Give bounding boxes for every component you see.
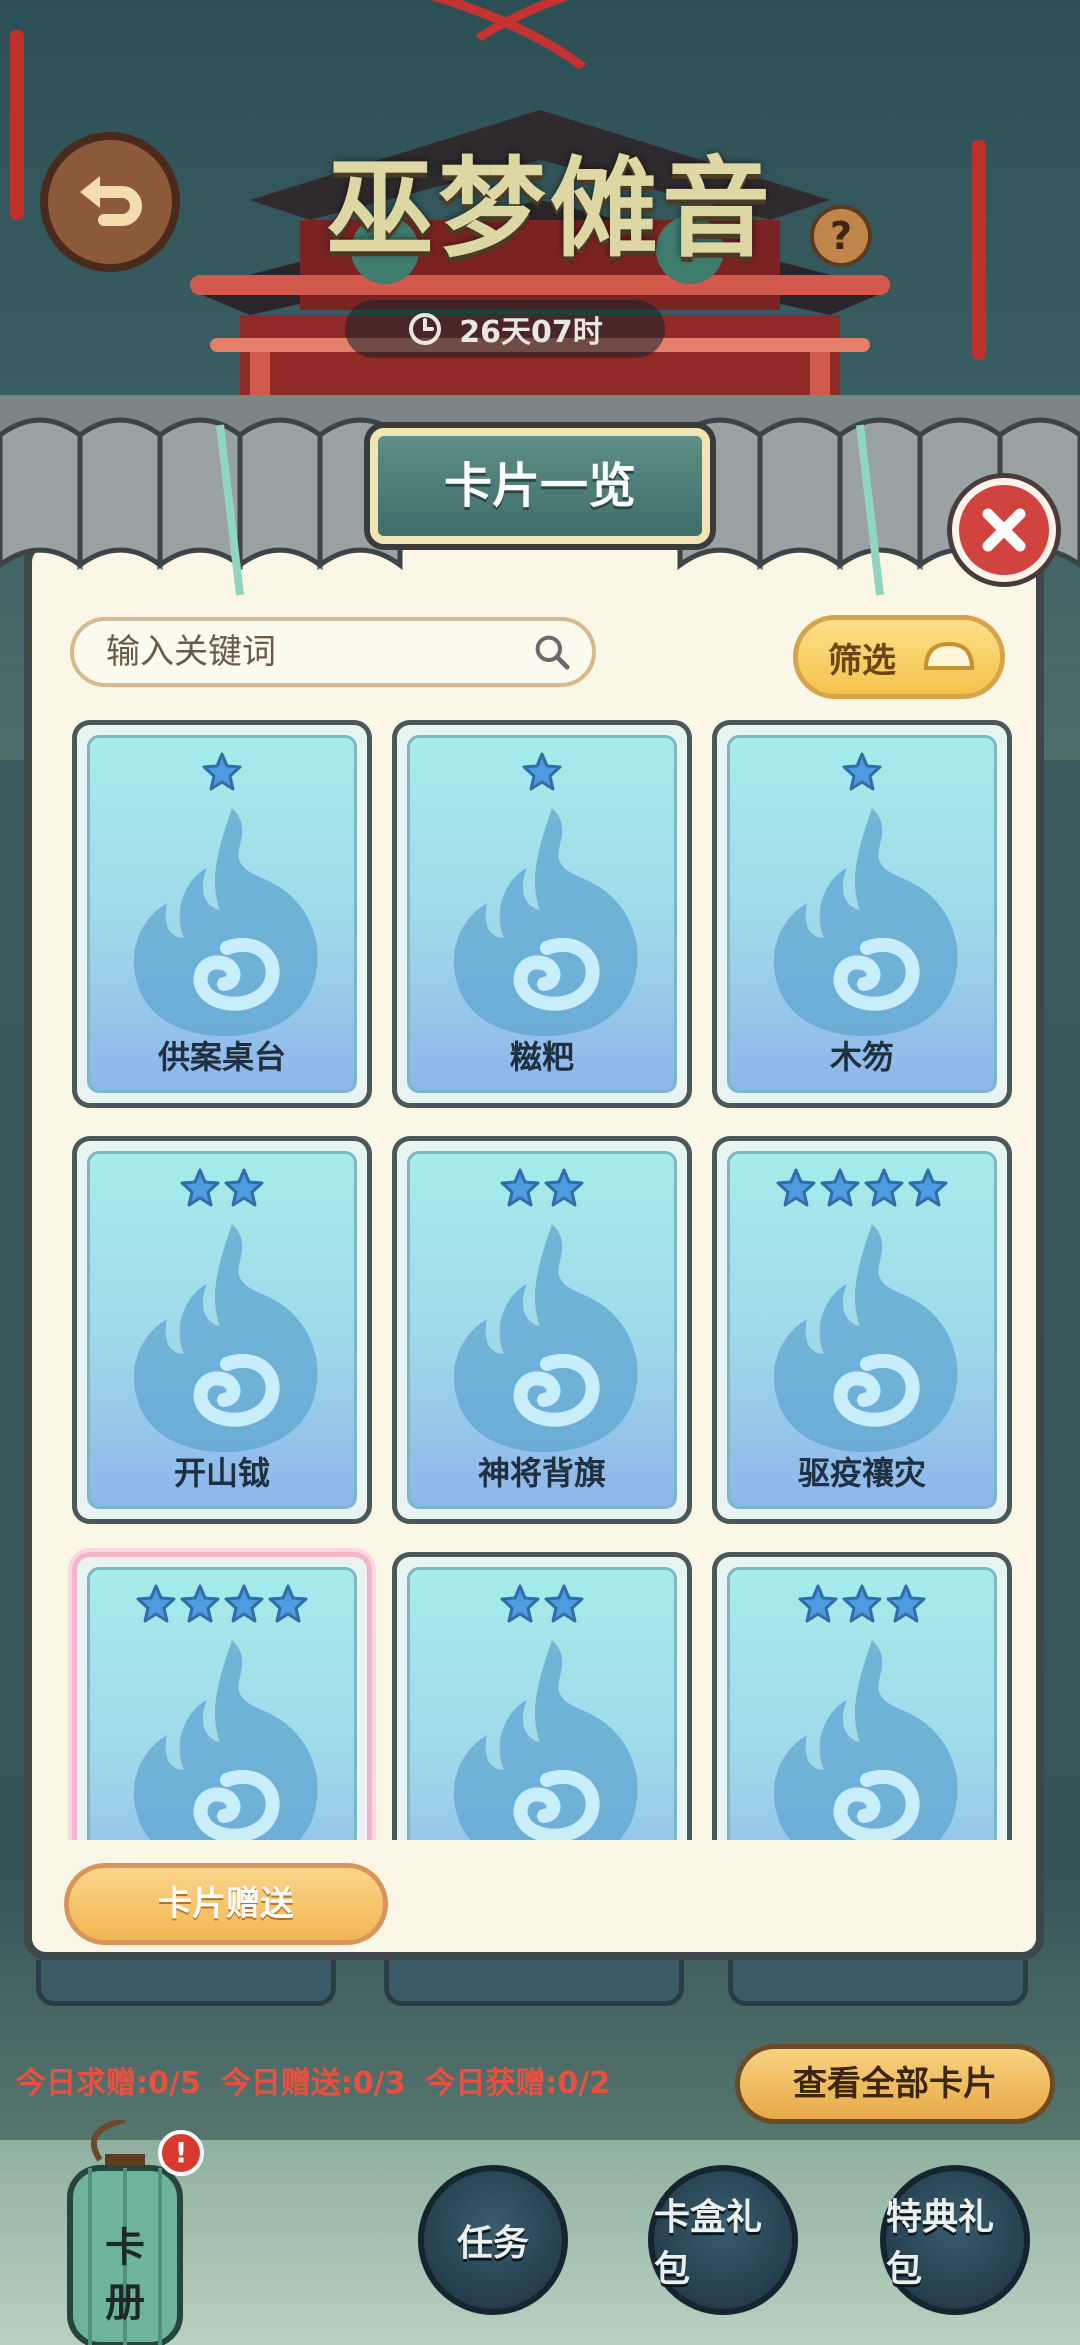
star-icon <box>180 1168 220 1207</box>
card-face <box>407 1567 677 1840</box>
star-rating <box>90 1584 354 1624</box>
card-face <box>87 1567 357 1840</box>
card-item[interactable]: 木笏 <box>712 720 1012 1108</box>
spirit-flame-icon <box>773 1224 958 1452</box>
card-item[interactable]: 糍粑 <box>392 720 692 1108</box>
star-rating <box>410 752 674 792</box>
timer-text: 26天07时 <box>459 315 603 350</box>
view-all-cards-button[interactable]: 查看全部卡片 <box>735 2044 1055 2124</box>
special-gift-button[interactable]: 特典礼包 <box>880 2165 1030 2315</box>
panel-tab <box>36 1960 336 2006</box>
panel-tab <box>728 1960 1028 2006</box>
card-item[interactable]: 神将背旗 <box>392 1136 692 1524</box>
search-input[interactable] <box>104 631 532 673</box>
star-rating <box>730 1168 994 1208</box>
close-button[interactable] <box>952 478 1056 582</box>
star-rating <box>90 752 354 792</box>
star-icon <box>136 1584 176 1623</box>
album-label-top: 卡 <box>105 2225 145 2271</box>
spirit-flame-icon <box>133 1640 318 1840</box>
star-icon <box>224 1584 264 1623</box>
chevron-down-icon <box>923 641 975 670</box>
back-button[interactable] <box>40 132 180 272</box>
star-rating <box>90 1168 354 1208</box>
card-face: 开山钺 <box>87 1151 357 1509</box>
star-icon <box>842 752 882 791</box>
star-icon <box>886 1584 926 1623</box>
star-icon <box>798 1584 838 1623</box>
star-icon <box>268 1584 308 1623</box>
card-box-gift-button[interactable]: 卡盒礼包 <box>648 2165 798 2315</box>
star-icon <box>776 1168 816 1207</box>
star-rating <box>730 752 994 792</box>
daily-stats: 今日求赠:0/5 今日赠送:0/3 今日获赠:0/2 <box>16 2058 610 2102</box>
star-rating <box>410 1168 674 1208</box>
stat-received: 今日获赠:0/2 <box>425 2066 611 2101</box>
spirit-flame-icon <box>453 1224 638 1452</box>
card-face: 木笏 <box>727 735 997 1093</box>
card-face: 供案桌台 <box>87 735 357 1093</box>
task-button[interactable]: 任务 <box>418 2165 568 2315</box>
card-face <box>727 1567 997 1840</box>
search-box[interactable] <box>70 617 596 687</box>
star-icon <box>522 752 562 791</box>
card-name: 驱疫禳灾 <box>797 1454 926 1492</box>
stat-gift: 今日赠送:0/3 <box>220 2066 406 2101</box>
hanging-tassel <box>972 140 986 360</box>
star-icon <box>820 1168 860 1207</box>
countdown-timer: 26天07时 <box>345 300 665 358</box>
filter-label: 筛选 <box>828 640 896 681</box>
star-icon <box>224 1168 264 1207</box>
card-item[interactable] <box>392 1552 692 1840</box>
star-icon <box>202 752 242 791</box>
album-label-bottom: 册 <box>105 2280 145 2326</box>
star-icon <box>842 1584 882 1623</box>
search-icon[interactable] <box>532 627 572 677</box>
spirit-flame-icon <box>773 808 958 1036</box>
card-name: 供案桌台 <box>157 1038 286 1076</box>
spirit-flame-icon <box>773 1640 958 1840</box>
event-title: 巫梦傩音 <box>325 147 774 272</box>
card-name: 开山钺 <box>173 1454 270 1492</box>
card-name: 木笏 <box>829 1038 894 1076</box>
help-button[interactable]: ? <box>810 205 872 267</box>
filter-button[interactable]: 筛选 <box>793 615 1005 699</box>
card-item[interactable]: 供案桌台 <box>72 720 372 1108</box>
card-item[interactable] <box>72 1552 372 1840</box>
card-face: 神将背旗 <box>407 1151 677 1509</box>
return-arrow-icon <box>80 176 142 226</box>
close-icon <box>982 508 1026 552</box>
spirit-flame-icon <box>453 1640 638 1840</box>
star-icon <box>544 1584 584 1623</box>
star-rating <box>730 1584 994 1624</box>
card-face: 糍粑 <box>407 735 677 1093</box>
panel-tab <box>384 1960 684 2006</box>
star-icon <box>908 1168 948 1207</box>
card-item[interactable] <box>712 1552 1012 1840</box>
clock-icon <box>409 313 442 345</box>
card-name: 糍粑 <box>509 1038 574 1076</box>
spirit-flame-icon <box>133 1224 318 1452</box>
card-face: 驱疫禳灾 <box>727 1151 997 1509</box>
card-gift-button[interactable]: 卡片赠送 <box>64 1863 388 1945</box>
star-icon <box>500 1168 540 1207</box>
card-name: 神将背旗 <box>477 1454 606 1492</box>
dialog-title: 卡片一览 <box>370 428 710 544</box>
notification-badge: ! <box>158 2130 204 2176</box>
card-grid[interactable]: 供案桌台 糍粑 木笏开山钺 神将背旗 驱疫禳灾 <box>60 710 1020 1840</box>
spirit-flame-icon <box>133 808 318 1036</box>
card-item[interactable]: 驱疫禳灾 <box>712 1136 1012 1524</box>
star-icon <box>180 1584 220 1623</box>
stat-request: 今日求赠:0/5 <box>16 2066 201 2101</box>
spirit-flame-icon <box>453 808 638 1036</box>
star-icon <box>500 1584 540 1623</box>
star-icon <box>544 1168 584 1207</box>
star-icon <box>864 1168 904 1207</box>
star-rating <box>410 1584 674 1624</box>
card-item[interactable]: 开山钺 <box>72 1136 372 1524</box>
hanging-tassel <box>10 30 24 220</box>
